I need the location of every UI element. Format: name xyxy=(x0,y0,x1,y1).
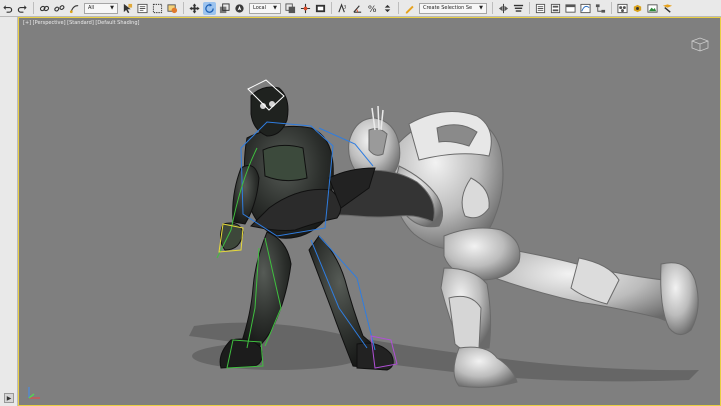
toolbar-divider xyxy=(611,2,612,14)
select-manipulate-icon[interactable] xyxy=(299,2,312,15)
chevron-down-icon: ▼ xyxy=(273,5,277,11)
material-editor-icon[interactable] xyxy=(616,2,629,15)
viewport-label-menu[interactable]: [+] [Perspective] [Standard] [Default Sh… xyxy=(23,20,139,26)
toolbar-divider xyxy=(492,2,493,14)
rendered-frame-window-icon[interactable] xyxy=(646,2,659,15)
mirror-icon[interactable] xyxy=(497,2,510,15)
reference-coordinate-value: Local xyxy=(253,5,266,11)
svg-text:%: % xyxy=(368,4,377,14)
svg-text:3: 3 xyxy=(343,4,346,10)
main-toolbar: All ▼ Local ▼ 3 % Create Selection Se ▼ xyxy=(0,0,721,17)
pivot-center-icon[interactable] xyxy=(284,2,297,15)
percent-snap-icon[interactable]: % xyxy=(366,2,379,15)
scene-render xyxy=(189,79,699,388)
link-icon[interactable] xyxy=(38,2,51,15)
window-crossing-icon[interactable] xyxy=(166,2,179,15)
unlink-icon[interactable] xyxy=(53,2,66,15)
left-toolbar-strip: ▶ xyxy=(0,17,18,406)
redo-icon[interactable] xyxy=(16,2,29,15)
angle-snap-icon[interactable] xyxy=(351,2,364,15)
render-production-icon[interactable] xyxy=(661,2,674,15)
spinner-snap-icon[interactable] xyxy=(381,2,394,15)
named-selection-set-value: Create Selection Se xyxy=(423,5,473,11)
undo-icon[interactable] xyxy=(1,2,14,15)
schematic-view-icon[interactable] xyxy=(594,2,607,15)
toolbar-divider xyxy=(398,2,399,14)
edit-named-selection-icon[interactable] xyxy=(403,2,416,15)
snaps-toggle-icon[interactable]: 3 xyxy=(336,2,349,15)
toolbar-divider xyxy=(529,2,530,14)
rotate-icon[interactable] xyxy=(203,1,216,15)
select-by-name-icon[interactable] xyxy=(136,2,149,15)
named-selection-set-dropdown[interactable]: Create Selection Se ▼ xyxy=(419,2,487,14)
align-icon[interactable] xyxy=(512,2,525,15)
render-setup-icon[interactable] xyxy=(631,2,644,15)
keyboard-shortcut-icon[interactable] xyxy=(314,2,327,15)
reference-coordinate-dropdown[interactable]: Local ▼ xyxy=(249,2,281,14)
play-icon[interactable]: ▶ xyxy=(4,393,14,403)
toolbar-divider xyxy=(183,2,184,14)
selection-filter-dropdown[interactable]: All ▼ xyxy=(84,2,118,14)
curve-editor-icon[interactable] xyxy=(579,2,592,15)
move-icon[interactable] xyxy=(188,2,201,15)
app-window: All ▼ Local ▼ 3 % Create Selection Se ▼ … xyxy=(0,0,721,406)
select-object-icon[interactable] xyxy=(121,2,134,15)
perspective-viewport[interactable]: [+] [Perspective] [Standard] [Default Sh… xyxy=(18,17,721,406)
chevron-down-icon: ▼ xyxy=(479,5,483,11)
rectangular-selection-icon[interactable] xyxy=(151,2,164,15)
viewcube-icon[interactable] xyxy=(690,36,710,52)
scale-icon[interactable] xyxy=(218,2,231,15)
toggle-ribbon-icon[interactable] xyxy=(564,2,577,15)
chevron-down-icon: ▼ xyxy=(110,5,114,11)
bind-spacewarp-icon[interactable] xyxy=(68,2,81,15)
toolbar-divider xyxy=(331,2,332,14)
axis-tripod-icon xyxy=(28,387,40,399)
layer-explorer-icon[interactable] xyxy=(549,2,562,15)
selection-filter-value: All xyxy=(88,5,95,11)
scene-explorer-icon[interactable] xyxy=(534,2,547,15)
place-icon[interactable] xyxy=(233,2,246,15)
toolbar-divider xyxy=(33,2,34,14)
